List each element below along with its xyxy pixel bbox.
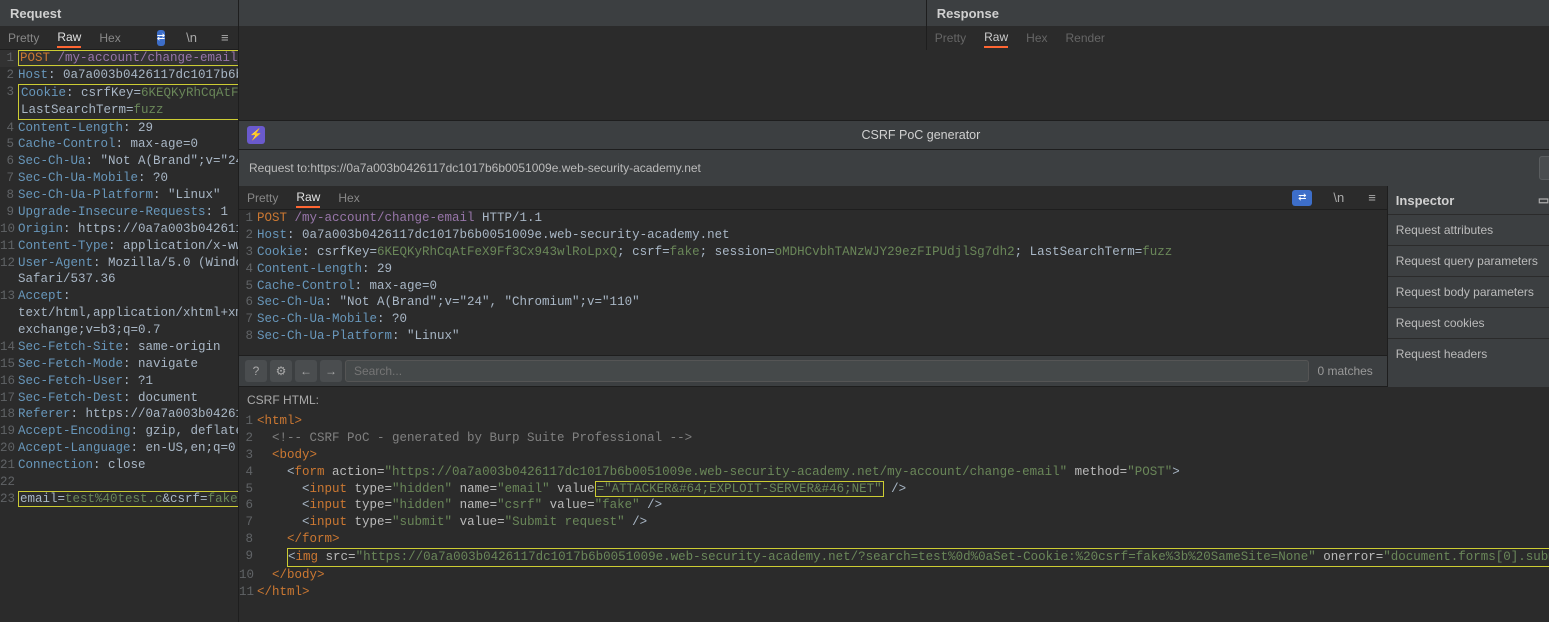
csrf-tab-hex[interactable]: Hex bbox=[338, 189, 359, 207]
search-input[interactable] bbox=[345, 360, 1309, 382]
tab-hex[interactable]: Hex bbox=[99, 29, 120, 47]
search-row: ? ⚙ ← → 0 matches bbox=[239, 355, 1387, 387]
request-tabs: Pretty Raw Hex ⇄ \n ≡ bbox=[0, 26, 238, 50]
layout-icon-1[interactable]: ▭ bbox=[1538, 193, 1549, 207]
newline-icon[interactable]: \n bbox=[183, 30, 200, 45]
h-cl: Content-Length bbox=[18, 121, 123, 135]
csrf-html-code[interactable]: 1<html> 2 <!-- CSRF PoC - generated by B… bbox=[239, 413, 1549, 622]
req-path: /my-account/change-email bbox=[50, 51, 238, 65]
csrf-request-code[interactable]: 1POST /my-account/change-email HTTP/1.1 … bbox=[239, 210, 1387, 355]
resp-tab-raw[interactable]: Raw bbox=[984, 28, 1008, 48]
help-icon[interactable]: ? bbox=[245, 360, 267, 382]
options-button[interactable]: Options bbox=[1539, 156, 1549, 180]
request-to-url: https://0a7a003b0426117dc1017b6b0051009e… bbox=[310, 161, 701, 175]
response-tabs: Pretty Raw Hex Render bbox=[927, 26, 1549, 50]
csrf-html-label: CSRF HTML: bbox=[239, 387, 1549, 413]
request-to-row: Request to: https://0a7a003b0426117dc101… bbox=[239, 150, 1549, 186]
hamburger-icon-2[interactable]: ≡ bbox=[1365, 190, 1379, 205]
req-method: POST bbox=[20, 51, 50, 65]
bolt-icon: ⚡ bbox=[247, 126, 265, 144]
response-header: Response bbox=[927, 0, 1549, 26]
request-code[interactable]: 1POST /my-account/change-email HTTP/1.1 … bbox=[0, 50, 238, 622]
newline-icon-2[interactable]: \n bbox=[1330, 190, 1347, 205]
h-host: Host bbox=[18, 68, 48, 82]
request-header: Request bbox=[0, 0, 238, 26]
match-count: 0 matches bbox=[1309, 364, 1380, 378]
csrf-tab-raw[interactable]: Raw bbox=[296, 188, 320, 208]
insp-attrs[interactable]: Request attributes2⌄ bbox=[1388, 214, 1549, 245]
next-icon[interactable]: → bbox=[320, 360, 342, 382]
wrap-icon-2[interactable]: ⇄ bbox=[1292, 190, 1312, 206]
h-host-v: : 0a7a003b0426117dc1017b6b0051009e.web-s… bbox=[48, 68, 238, 82]
insp-body[interactable]: Request body parameters2⌄ bbox=[1388, 276, 1549, 307]
resp-tab-hex[interactable]: Hex bbox=[1026, 29, 1047, 47]
hamburger-icon[interactable]: ≡ bbox=[218, 30, 232, 45]
h-cookie: Cookie bbox=[21, 86, 66, 100]
csrf-title: CSRF PoC generator bbox=[265, 128, 1549, 142]
insp-cookies[interactable]: Request cookies4⌄ bbox=[1388, 307, 1549, 338]
csrf-titlebar: ⚡ CSRF PoC generator bbox=[239, 120, 1549, 150]
insp-query[interactable]: Request query parameters0⌄ bbox=[1388, 245, 1549, 276]
insp-headers[interactable]: Request headers20⌄ bbox=[1388, 338, 1549, 369]
inspector-panel: Inspector ▭ ▮ ⤢ ÷ ⚙ Request attributes2⌄… bbox=[1387, 186, 1549, 387]
csrf-tabs: Pretty Raw Hex ⇄ \n ≡ bbox=[239, 186, 1387, 210]
csrf-tab-pretty[interactable]: Pretty bbox=[247, 189, 278, 207]
tab-raw[interactable]: Raw bbox=[57, 28, 81, 48]
request-to-label: Request to: bbox=[249, 161, 310, 175]
gear-icon[interactable]: ⚙ bbox=[270, 360, 292, 382]
resp-tab-render[interactable]: Render bbox=[1066, 29, 1105, 47]
prev-icon[interactable]: ← bbox=[295, 360, 317, 382]
wrap-icon[interactable]: ⇄ bbox=[157, 30, 165, 46]
tab-pretty[interactable]: Pretty bbox=[8, 29, 39, 47]
resp-tab-pretty[interactable]: Pretty bbox=[935, 29, 966, 47]
inspector-title: Inspector bbox=[1396, 193, 1455, 208]
